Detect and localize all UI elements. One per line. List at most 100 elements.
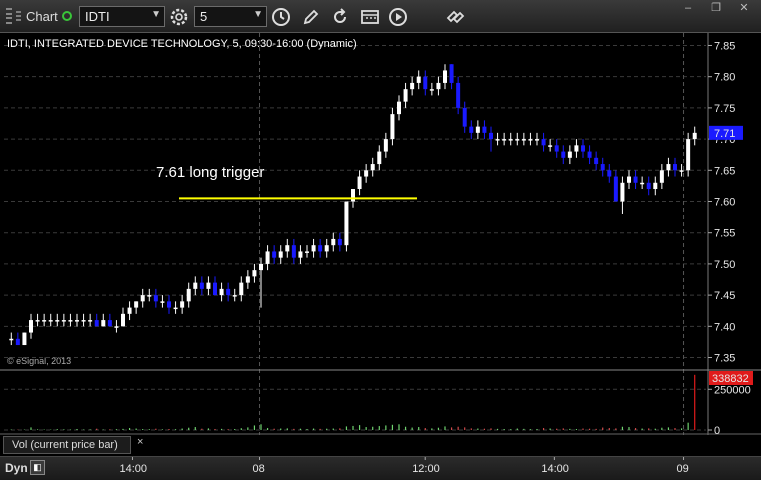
candle-body xyxy=(245,276,250,283)
volume-tick-label: 0 xyxy=(714,425,720,437)
candle-body xyxy=(587,151,592,158)
candle-body xyxy=(42,320,47,322)
candle-body xyxy=(364,170,369,177)
time-tick-label: 12:00 xyxy=(412,463,440,475)
candle-body xyxy=(291,245,296,258)
candle-body xyxy=(653,182,658,190)
volume-bars xyxy=(10,374,696,430)
candle-body xyxy=(298,251,303,258)
candle-body xyxy=(140,295,145,302)
candle-body xyxy=(449,64,454,83)
candle-body xyxy=(495,139,500,141)
candle-body xyxy=(153,295,158,302)
candle-body xyxy=(620,182,625,202)
interval-input[interactable]: 5 ▼ xyxy=(194,6,267,27)
calendar-icon[interactable] xyxy=(360,7,380,27)
candle-body xyxy=(627,176,631,183)
link-icon[interactable] xyxy=(445,7,465,27)
symbol-input[interactable]: IDTI ▼ xyxy=(79,6,165,27)
candle-body xyxy=(482,126,487,133)
time-tick-label: 08 xyxy=(253,463,265,475)
symbol-value: IDTI xyxy=(85,9,110,24)
candle-body xyxy=(613,176,618,202)
volume-max-marker: 338832 xyxy=(709,371,753,385)
candle-body xyxy=(127,307,132,314)
close-icon[interactable]: ✕ xyxy=(737,2,751,14)
candle-body xyxy=(272,251,277,258)
refresh-icon[interactable] xyxy=(330,7,350,27)
candle-body xyxy=(75,320,79,322)
candle-body xyxy=(469,126,474,133)
candle-body xyxy=(226,288,231,296)
price-tick-label: 7.75 xyxy=(714,103,735,115)
candle-body xyxy=(232,295,237,297)
candle-body xyxy=(199,282,204,289)
candle-body xyxy=(48,320,53,322)
candle-body xyxy=(29,320,33,333)
drag-grip-icon[interactable] xyxy=(6,8,13,24)
pencil-icon[interactable] xyxy=(301,7,321,27)
chart-canvas[interactable]: 7.857.807.757.707.657.607.557.507.457.40… xyxy=(0,33,761,456)
candle-body xyxy=(502,139,507,141)
candle-body xyxy=(377,151,382,165)
candle-body xyxy=(61,320,66,322)
candle-body xyxy=(88,320,93,322)
copyright-label: © eSignal, 2013 xyxy=(7,356,71,366)
candle-body xyxy=(114,326,119,328)
chevron-down-icon[interactable]: ▼ xyxy=(151,9,161,20)
gear-icon[interactable] xyxy=(169,7,189,27)
candle-body xyxy=(659,170,664,183)
candle-body xyxy=(357,176,362,190)
candle-body xyxy=(528,139,533,141)
clock-icon[interactable] xyxy=(271,7,291,27)
candle-body xyxy=(193,282,198,289)
candle-body xyxy=(121,313,125,327)
price-tick-label: 7.65 xyxy=(714,165,735,177)
price-tick-label: 7.80 xyxy=(714,72,735,84)
time-axis-bar: Dyn ◧ 14:00 08 12:00 14:00 09 xyxy=(0,456,761,480)
candle-body xyxy=(462,107,467,127)
candle-body xyxy=(94,320,99,327)
candle-body xyxy=(423,76,428,90)
volume-study-label[interactable]: Vol (current price bar) xyxy=(3,436,131,454)
candle-body xyxy=(180,301,185,308)
candle-body xyxy=(640,182,645,185)
candle-body xyxy=(489,132,493,140)
candle-body xyxy=(370,164,375,171)
candle-body xyxy=(456,82,461,108)
price-tick-label: 7.85 xyxy=(714,40,735,52)
candle-body xyxy=(429,89,434,91)
volume-tick-label: 250000 xyxy=(714,384,751,396)
minimize-icon[interactable]: ‒ xyxy=(681,2,695,14)
link-status-icon[interactable] xyxy=(62,11,72,21)
candle-body xyxy=(147,295,152,297)
candle-body xyxy=(9,338,14,341)
candle-body xyxy=(252,270,257,277)
candle-body xyxy=(305,251,309,253)
candle-body xyxy=(265,251,270,264)
window-glyph-icon xyxy=(15,9,23,23)
grid-lines xyxy=(4,33,706,435)
candle-body xyxy=(554,145,559,152)
candle-body xyxy=(567,151,572,158)
chart-window-label: Chart xyxy=(26,9,58,24)
candle-body xyxy=(515,139,520,141)
restore-icon[interactable]: ❐ xyxy=(709,2,723,14)
price-tick-label: 7.45 xyxy=(714,290,735,302)
price-tick-label: 7.60 xyxy=(714,197,735,209)
candle-body xyxy=(403,89,408,102)
close-icon[interactable]: × xyxy=(137,436,143,448)
candle-body xyxy=(416,76,421,83)
price-tick-label: 7.35 xyxy=(714,353,735,365)
play-icon[interactable] xyxy=(388,7,408,27)
candle-body xyxy=(594,157,599,165)
candle-body xyxy=(331,238,336,246)
candle-body xyxy=(173,307,178,310)
candle-body xyxy=(167,301,171,308)
candle-body xyxy=(101,320,106,327)
candle-body xyxy=(646,182,651,190)
candle-body xyxy=(160,301,165,303)
candle-body xyxy=(581,145,585,152)
chevron-down-icon[interactable]: ▼ xyxy=(253,9,263,20)
candle-body xyxy=(633,176,638,183)
